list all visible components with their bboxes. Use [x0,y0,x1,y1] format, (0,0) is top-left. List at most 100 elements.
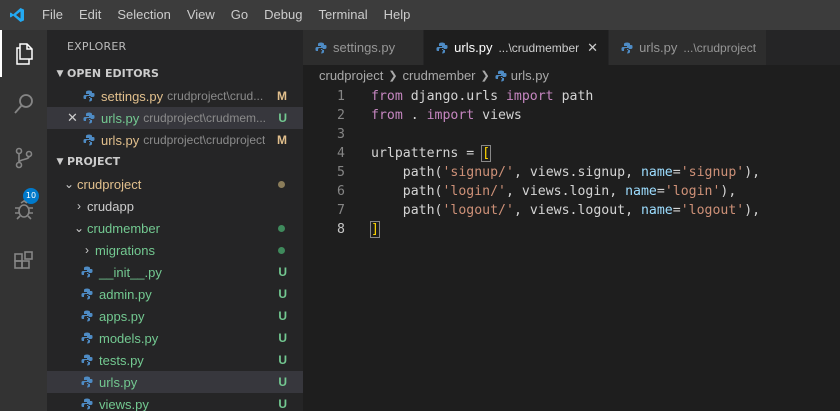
activity-bar: 10 [0,30,47,411]
folder-name: crudapp [87,198,134,214]
tree-folder-crudproject[interactable]: ⌄ crudproject [47,173,303,195]
python-file-icon [79,286,95,302]
line-number: 5 [337,165,345,180]
python-file-icon [495,70,507,82]
code-line: 8 ] [303,220,840,239]
open-editor-item[interactable]: urls.py crudproject\crudproject M [47,129,303,151]
menu-edit[interactable]: Edit [71,0,109,30]
python-file-icon [315,42,327,54]
menu-terminal[interactable]: Terminal [310,0,375,30]
file-path: crudproject\crudproject [143,133,266,147]
code-token: = [656,184,665,199]
menu-file[interactable]: File [34,0,71,30]
code-token: from [371,108,403,123]
code-token: name [640,165,673,180]
git-status: U [278,397,287,411]
project-header[interactable]: ▼ PROJECT [47,151,303,173]
line-number: 7 [337,203,345,218]
tab-urls-crudproject[interactable]: urls.py ...\crudproject [609,30,768,65]
code-line: 2 from . import views [303,106,840,125]
breadcrumb: crudproject ❯ crudmember ❯ urls.py [303,65,840,87]
chevron-right-icon: ❯ [388,70,398,82]
menu-selection[interactable]: Selection [109,0,178,30]
tab-settings-py[interactable]: settings.py [303,30,425,65]
menu-debug[interactable]: Debug [256,0,310,30]
close-icon[interactable]: ✕ [587,40,598,56]
code-line: 7 path('logout/', views.logout, name='lo… [303,201,840,220]
tab-label: settings.py [333,40,396,55]
tree-folder-crudmember[interactable]: ⌄ crudmember [47,217,303,239]
tree-file[interactable]: apps.py U [47,305,303,327]
tree-folder-migrations[interactable]: › migrations [47,239,303,261]
file-path: crudproject\crudmem... [143,111,267,125]
code-token: = [672,203,681,218]
python-file-icon [81,88,97,104]
code-token: , views.logout, [513,203,641,218]
code-token: path [553,89,594,104]
tree-file[interactable]: __init__.py U [47,261,303,283]
tab-label: urls.py [639,40,678,55]
code-editor[interactable]: 1 from django.urls import path 2 from . … [303,87,840,239]
code-line: 4 urlpatterns = [ [303,144,840,163]
line-number: 4 [337,146,345,161]
line-number: 1 [337,89,345,104]
untracked-dot [278,246,285,254]
file-name: urls.py [101,110,140,126]
menu-go[interactable]: Go [223,0,256,30]
breadcrumb-item[interactable]: crudproject [319,65,383,87]
code-token: , views.login, [506,184,626,199]
chevron-down-icon: ⌄ [73,221,85,235]
python-file-icon [81,132,97,148]
breadcrumb-item[interactable]: crudmember [403,65,476,87]
chevron-right-icon: › [77,199,81,213]
tree-file[interactable]: views.py U [47,393,303,411]
code-token: name [625,184,657,199]
chevron-right-icon: › [85,243,89,257]
project-label: PROJECT [67,155,121,168]
code-token: = [672,165,681,180]
debug-icon[interactable] [0,185,47,232]
line-number: 6 [337,184,345,199]
code-token: , views.signup, [513,165,641,180]
tree-file[interactable]: tests.py U [47,349,303,371]
code-token: ), [744,165,761,180]
git-status: U [278,265,287,279]
tab-urls-crudmember[interactable]: urls.py ...\crudmember ✕ [424,30,610,65]
file-name: urls.py [99,374,138,390]
open-editor-item[interactable]: ✕ urls.py crudproject\crudmem... U [47,107,303,129]
code-token: [ [481,145,492,162]
close-icon[interactable]: ✕ [67,110,78,126]
file-name: apps.py [99,308,145,324]
code-token: ] [370,221,380,238]
open-editors-header[interactable]: ▼ OPEN EDITORS [47,63,303,85]
line-number: 8 [337,222,345,237]
tree-file[interactable]: admin.py U [47,283,303,305]
code-token: ), [744,203,761,218]
folder-name: crudproject [77,176,142,192]
breadcrumb-item[interactable]: urls.py [511,65,549,87]
git-status: U [278,331,287,345]
extensions-icon[interactable] [0,238,47,285]
code-line: 3 [303,125,840,144]
tree-folder-crudapp[interactable]: › crudapp [47,195,303,217]
source-control-icon[interactable] [0,134,47,181]
menu-view[interactable]: View [179,0,223,30]
code-token: urlpatterns = [371,146,483,161]
menu-help[interactable]: Help [376,0,419,30]
python-file-icon [81,110,97,126]
file-name: urls.py [101,132,140,148]
code-line: 1 from django.urls import path [303,87,840,106]
search-icon[interactable] [0,80,47,127]
code-token: path( [371,165,443,180]
tree-file[interactable]: models.py U [47,327,303,349]
files-icon[interactable] [0,30,47,77]
tree-file[interactable]: urls.py U [47,371,303,393]
chevron-right-icon: ❯ [480,70,490,82]
file-path: crudproject\crud... [167,89,264,103]
code-token: import [426,108,475,123]
chevron-down-icon: ▼ [56,69,64,79]
file-name: views.py [99,396,149,411]
code-token: 'login/' [442,184,506,199]
code-token: 'login' [664,184,721,199]
open-editor-item[interactable]: settings.py crudproject\crud... M [47,85,303,107]
